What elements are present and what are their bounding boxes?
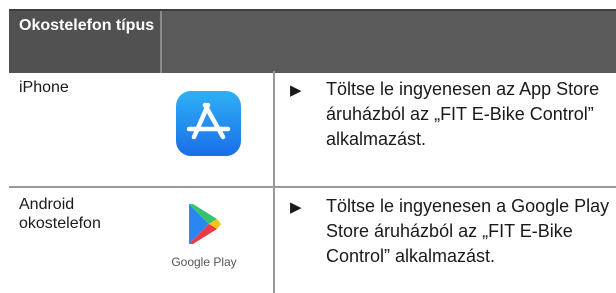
header-label-type: Okostelefon típus <box>19 17 155 34</box>
table-header: Okostelefon típus <box>9 9 616 73</box>
instruction-android: Töltse le ingyenesen a Google Play Store… <box>326 196 610 266</box>
column-divider <box>273 71 275 186</box>
table-row-iphone: iPhone ▶ Töltse le ingyenesen az App Sto… <box>9 71 616 188</box>
header-cell-type: Okostelefon típus <box>9 11 162 73</box>
google-play-caption: Google Play <box>171 255 236 269</box>
bullet-arrow-icon: ▶ <box>290 82 302 99</box>
google-play-icon: Google Play <box>159 198 249 278</box>
device-name-android: Android okostelefon <box>19 196 101 232</box>
instruction-iphone: Töltse le ingyenesen az App Store áruház… <box>326 79 600 149</box>
app-store-icon <box>176 91 241 156</box>
table-row-android: Android okostelefon Google Play ▶ Töltse… <box>9 188 616 293</box>
bullet-arrow-icon: ▶ <box>290 199 302 216</box>
device-name-iphone: iPhone <box>19 79 69 96</box>
column-divider <box>273 188 275 293</box>
